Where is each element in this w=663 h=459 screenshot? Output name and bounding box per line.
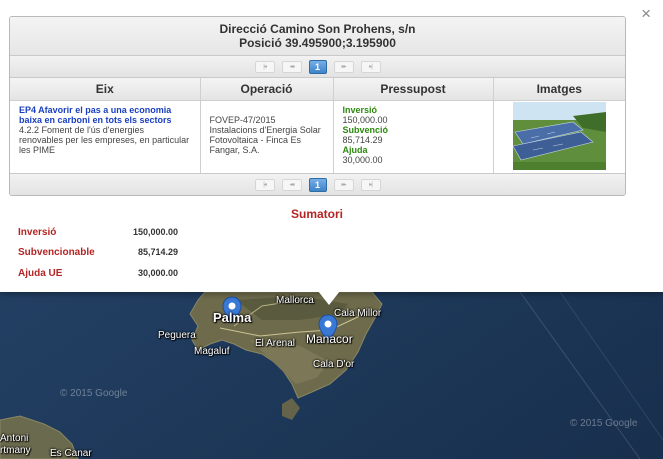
project-panel: Direcció Camino Son Prohens, s/n Posició… xyxy=(9,16,626,196)
position-text: Posició 39.495900;3.195900 xyxy=(239,36,396,50)
col-header-eix: Eix xyxy=(10,78,201,101)
summary-row-inversio: Inversió 150,000.00 xyxy=(18,227,178,241)
map-copyright-right: © 2015 Google xyxy=(570,418,638,429)
summary-row-ajuda-ue: Ajuda UE 30,000.00 xyxy=(18,268,178,282)
subvencio-value: 85,714.29 xyxy=(342,134,383,145)
map-label-peguera: Peguera xyxy=(158,330,196,341)
summary-value: 30,000.00 xyxy=(137,268,178,278)
panel-header: Direcció Camino Son Prohens, s/n Posició… xyxy=(10,17,625,56)
summary-value: 85,714.29 xyxy=(137,247,178,257)
map-label-mallorca: Mallorca xyxy=(276,295,314,306)
map-label-cala-millor: Cala Millor xyxy=(334,308,382,319)
summary-title: Sumatori xyxy=(290,207,343,221)
summary-label: Subvencionable xyxy=(18,247,95,258)
ajuda-value: 30,000.00 xyxy=(342,154,383,165)
summary-value: 150,000.00 xyxy=(132,227,178,237)
cell-imatges xyxy=(493,100,625,173)
map-label-magaluf: Magaluf xyxy=(194,346,230,357)
cell-eix: EP4 Afavorir el pas a una economia baixa… xyxy=(10,100,201,173)
map-copyright-left: © 2015 Google xyxy=(60,388,128,399)
pager-first-button[interactable]: |◂ xyxy=(254,178,275,191)
map-label-es-canar: Es Canar xyxy=(50,448,92,459)
summary-label: Inversió xyxy=(18,227,57,238)
table-row: EP4 Afavorir el pas a una economia baixa… xyxy=(10,100,625,173)
pager-top: |◂ ◂◂ 1 ▸▸ ▸| xyxy=(10,56,625,78)
pager-next-button[interactable]: ▸▸ xyxy=(333,178,354,191)
col-header-pressupost: Pressupost xyxy=(333,78,494,101)
map-label-cala-dor: Cala D'or xyxy=(313,359,355,370)
map-label-antoni: Antoni xyxy=(0,433,29,444)
summary-row-subvencionable: Subvencionable 85,714.29 xyxy=(18,247,178,261)
pager-prev-button[interactable]: ◂◂ xyxy=(281,178,302,191)
map-label-manacor: Manacor xyxy=(306,332,353,346)
cell-pressupost: Inversió 150,000.00 Subvenció 85,714.29 … xyxy=(333,100,494,173)
pager-first-button[interactable]: |◂ xyxy=(254,60,275,73)
inversio-value: 150,000.00 xyxy=(342,114,388,125)
pager-prev-button[interactable]: ◂◂ xyxy=(281,60,302,73)
pager-bottom: |◂ ◂◂ 1 ▸▸ ▸| xyxy=(10,173,625,195)
subvencio-label: Subvenció xyxy=(342,124,389,135)
cell-operacio: FOVEP-47/2015 Instalacions d'Energia Sol… xyxy=(200,100,334,173)
pager-next-button[interactable]: ▸▸ xyxy=(333,60,354,73)
eix-title: EP4 Afavorir el pas a una economia baixa… xyxy=(19,104,172,125)
map-label-rtmany: rtmany xyxy=(0,445,31,456)
projects-table: Eix Operació Pressupost Imatges EP4 Afav… xyxy=(10,78,625,173)
pager-page-current[interactable]: 1 xyxy=(308,59,327,74)
pager-last-button[interactable]: ▸| xyxy=(360,60,381,73)
col-header-operacio: Operació xyxy=(200,78,334,101)
address-text: Direcció Camino Son Prohens, s/n xyxy=(219,22,416,36)
inversio-label: Inversió xyxy=(342,104,378,115)
popup-pointer xyxy=(318,291,340,305)
col-header-imatges: Imatges xyxy=(493,78,625,101)
summary-label: Ajuda UE xyxy=(18,268,63,279)
close-icon[interactable]: × xyxy=(641,5,651,22)
solar-panels-photo-icon[interactable] xyxy=(512,101,606,170)
map-label-el-arenal: El Arenal xyxy=(255,338,296,349)
info-popup: × Direcció Camino Son Prohens, s/n Posic… xyxy=(0,0,663,292)
pager-last-button[interactable]: ▸| xyxy=(360,178,381,191)
eix-description: 4.2.2 Foment de l'ús d'energies renovabl… xyxy=(19,124,190,155)
pager-page-current[interactable]: 1 xyxy=(308,177,327,192)
map-label-palma: Palma xyxy=(213,310,252,325)
ajuda-label: Ajuda xyxy=(342,144,368,155)
